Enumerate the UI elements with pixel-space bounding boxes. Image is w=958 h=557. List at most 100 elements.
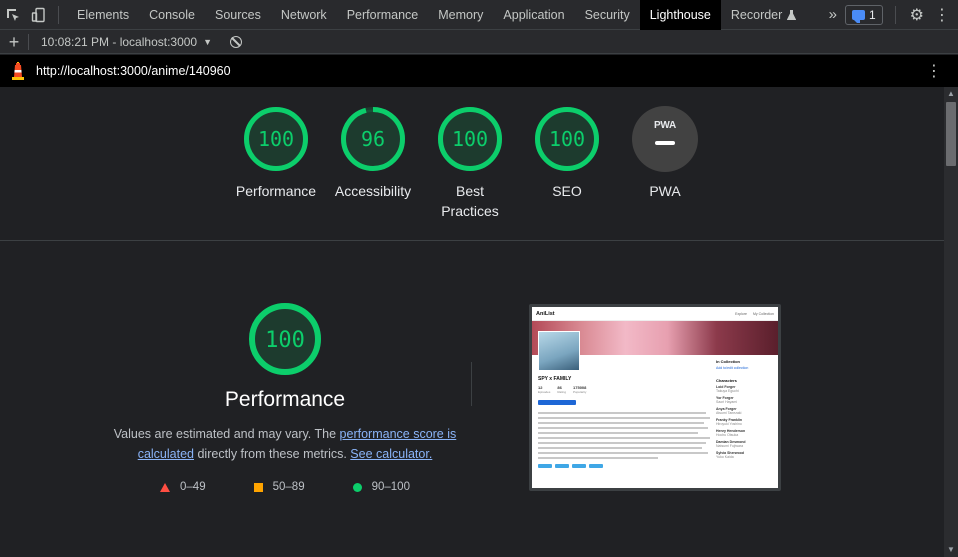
thumb-text-line <box>538 422 704 424</box>
tab-elements[interactable]: Elements <box>67 0 139 30</box>
thumb-genre-tags <box>538 464 603 468</box>
thumb-text-line <box>538 412 706 414</box>
lighthouse-logo-icon <box>0 62 36 80</box>
thumb-side-link: Add to/edit collection <box>716 366 749 370</box>
pwa-badge-icon: PWA <box>632 106 698 172</box>
report-tools-menu-icon[interactable]: ⋮ <box>926 61 942 81</box>
thumb-site-header: AniList Explore My Collection <box>532 307 778 321</box>
performance-gauge: 100 <box>249 303 321 375</box>
thumb-stat: 86 Rating <box>557 385 567 394</box>
gauge-label: PWA <box>649 183 681 199</box>
report-url-bar: http://localhost:3000/anime/140960 ⋮ <box>0 55 958 87</box>
report-selector-label: 10:08:21 PM - localhost:3000 <box>41 34 198 49</box>
dropdown-caret-icon: ▼ <box>203 36 213 47</box>
thumb-character: Damian Desmond Natsumi Fujiwara <box>716 440 746 448</box>
legend-average: 50–89 <box>253 481 305 493</box>
legend-label: 90–100 <box>371 481 410 493</box>
tab-sources[interactable]: Sources <box>205 0 271 30</box>
thumb-text-line <box>538 417 710 419</box>
scroll-up-arrow-icon[interactable]: ▲ <box>944 87 958 101</box>
tab-security[interactable]: Security <box>575 0 640 30</box>
legend-label: 50–89 <box>272 481 305 493</box>
thumb-text-line <box>538 452 708 454</box>
pwa-badge-text: PWA <box>654 120 676 131</box>
svg-text:100: 100 <box>549 127 585 151</box>
toolbar-divider <box>28 33 29 50</box>
gauge-accessibility[interactable]: 96 Accessibility <box>323 106 423 201</box>
thumb-add-button <box>538 400 576 405</box>
score-legend: 0–49 50–89 90–100 <box>100 481 470 493</box>
clear-reports-icon[interactable] <box>230 35 243 48</box>
thumb-character: Yor Forger Saori Hayami <box>716 396 738 404</box>
settings-gear-icon[interactable]: ⚙ <box>904 5 930 25</box>
thumb-characters-heading: Characters <box>716 378 737 383</box>
gauge-ring: 100 <box>535 107 599 171</box>
thumb-text-line <box>538 442 706 444</box>
legend-label: 0–49 <box>180 481 206 493</box>
svg-text:100: 100 <box>258 127 294 151</box>
issues-message-icon <box>851 9 865 23</box>
thumb-tag <box>555 464 569 468</box>
final-screenshot-thumbnail[interactable]: AniList Explore My Collection SPY x FAMI… <box>529 304 781 491</box>
tab-performance[interactable]: Performance <box>337 0 429 30</box>
customize-menu-icon[interactable]: ⋮ <box>930 5 958 25</box>
tab-application[interactable]: Application <box>493 0 574 30</box>
thumb-cover-image <box>538 331 580 371</box>
tab-memory[interactable]: Memory <box>428 0 493 30</box>
thumb-nav-item: My Collection <box>752 311 774 316</box>
tab-lighthouse[interactable]: Lighthouse <box>639 0 721 30</box>
thumb-text-line <box>538 437 710 439</box>
tab-network[interactable]: Network <box>271 0 337 30</box>
issues-count: 1 <box>868 7 876 22</box>
performance-section: 100 Performance Values are estimated and… <box>100 302 470 493</box>
gauge-label: Performance <box>235 183 317 199</box>
gauge-best-practices[interactable]: 100 Best Practices <box>420 106 520 221</box>
fail-triangle-icon <box>160 482 171 492</box>
pass-circle-icon <box>352 482 362 492</box>
section-divider <box>471 362 472 406</box>
thumb-text-line <box>538 447 702 449</box>
report-selector[interactable]: 10:08:21 PM - localhost:3000 ▼ <box>41 35 212 49</box>
new-report-plus-icon[interactable]: + <box>0 32 28 52</box>
thumb-character: Franky Franklin Hiroyuki Yoshino <box>716 418 743 426</box>
thumb-text-line <box>538 457 658 459</box>
gauge-label: Best Practices <box>441 183 499 219</box>
thumb-tag <box>572 464 586 468</box>
thumb-tag <box>538 464 552 468</box>
gauge-seo[interactable]: 100 SEO <box>517 106 617 201</box>
thumb-character: Anya Forger Atsumi Tanezaki <box>716 407 742 415</box>
experimental-flask-icon <box>787 9 797 20</box>
report-scrollbar[interactable]: ▲ ▼ <box>944 87 958 557</box>
devtools-tabbar: Elements Console Sources Network Perform… <box>0 0 958 30</box>
toolbar-divider <box>894 5 896 24</box>
scrollbar-thumb[interactable] <box>946 102 956 166</box>
tab-recorder[interactable]: Recorder <box>721 0 806 30</box>
gauge-ring: 96 <box>341 107 405 171</box>
pwa-na-dash <box>655 141 675 145</box>
tab-recorder-label: Recorder <box>730 7 783 22</box>
svg-text:100: 100 <box>452 127 488 151</box>
toolbar-divider <box>58 5 59 24</box>
legend-fail: 0–49 <box>160 481 206 493</box>
thumb-brand: AniList <box>536 310 555 317</box>
see-calculator-link[interactable]: See calculator. <box>350 447 432 461</box>
average-square-icon <box>253 482 263 492</box>
device-toolbar-icon[interactable] <box>26 0 52 30</box>
inspect-element-icon[interactable] <box>0 0 26 30</box>
gauge-performance[interactable]: 100 Performance <box>226 106 326 201</box>
performance-description: Values are estimated and may vary. The p… <box>100 424 470 464</box>
issues-counter-button[interactable]: 1 <box>844 4 883 25</box>
more-tabs-button[interactable]: » <box>821 6 845 23</box>
thumb-text-line <box>538 432 698 434</box>
performance-title: Performance <box>224 388 346 411</box>
thumb-nav-item: Explore <box>735 311 747 316</box>
gauge-ring: 100 <box>244 107 308 171</box>
tab-console[interactable]: Console <box>139 0 205 30</box>
scroll-down-arrow-icon[interactable]: ▼ <box>944 543 958 557</box>
lighthouse-report: 100 Performance 96 Accessibility 100 Bes… <box>0 87 944 557</box>
gauge-pwa[interactable]: PWA PWA <box>615 106 715 201</box>
thumb-character: Loid Forger Takuya Eguchi <box>716 385 739 393</box>
svg-text:100: 100 <box>265 328 305 353</box>
thumb-stat: 12 Episodes <box>538 385 551 394</box>
desc-text: directly from these metrics. <box>194 447 351 461</box>
